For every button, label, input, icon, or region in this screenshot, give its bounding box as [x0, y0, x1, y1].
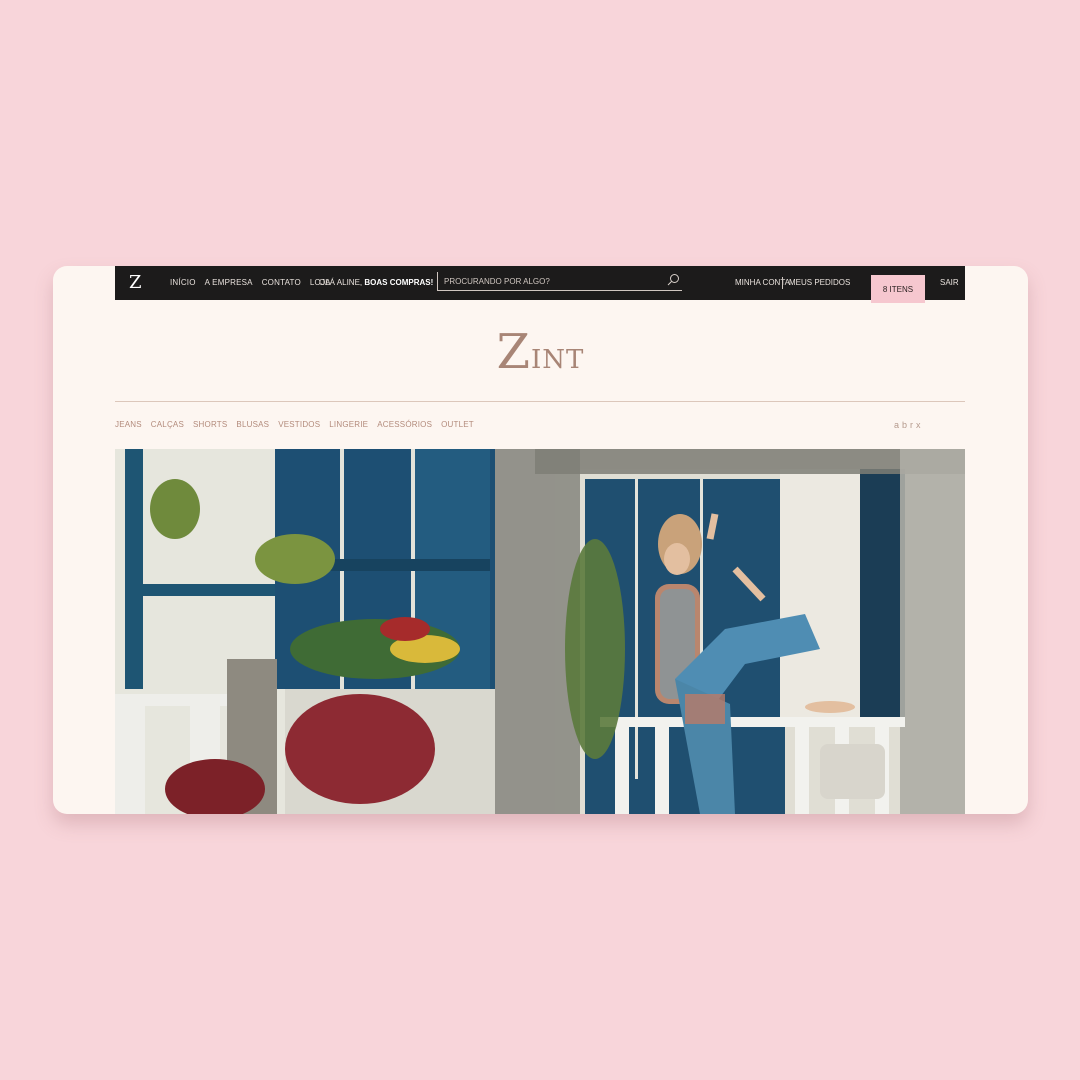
hero-image	[115, 449, 965, 814]
logo[interactable]: Z	[129, 273, 142, 293]
category-outlet[interactable]: OUTLET	[441, 420, 474, 429]
search-input[interactable]	[444, 275, 659, 287]
brand-rest: INT	[530, 345, 585, 375]
nav-a-empresa[interactable]: A EMPRESA	[205, 278, 253, 287]
category-jeans[interactable]: JEANS	[115, 420, 142, 429]
greeting-prefix: OLÁ ALINE,	[319, 278, 363, 287]
greeting: OLÁ ALINE, BOAS COMPRAS!	[319, 278, 433, 287]
nav-contato[interactable]: CONTATO	[262, 278, 301, 287]
search-box	[437, 272, 682, 291]
category-shorts[interactable]: SHORTS	[193, 420, 227, 429]
cart-button[interactable]: 8 ITENS	[871, 275, 925, 303]
tagline: abrx	[894, 420, 924, 430]
brand-logo[interactable]: ZINT	[53, 324, 1028, 380]
brand-initial: Z	[496, 324, 531, 380]
my-orders-link[interactable]: MEUS PEDIDOS	[789, 278, 850, 287]
category-vestidos[interactable]: VESTIDOS	[278, 420, 320, 429]
top-bar: Z INÍCIO A EMPRESA CONTATO LOJA OLÁ ALIN…	[115, 266, 965, 303]
browser-card: Z INÍCIO A EMPRESA CONTATO LOJA OLÁ ALIN…	[53, 266, 1028, 814]
nav-inicio[interactable]: INÍCIO	[170, 278, 196, 287]
search-icon[interactable]	[666, 273, 680, 287]
main-nav: INÍCIO A EMPRESA CONTATO LOJA	[170, 278, 331, 287]
greeting-bold: BOAS COMPRAS!	[364, 278, 434, 287]
logout-link[interactable]: SAIR	[940, 278, 959, 287]
hero-photo	[115, 449, 965, 814]
category-blusas[interactable]: BLUSAS	[236, 420, 269, 429]
divider	[115, 401, 965, 402]
category-calcas[interactable]: CALÇAS	[151, 420, 184, 429]
category-acessorios[interactable]: ACESSÓRIOS	[377, 420, 432, 429]
separator	[782, 277, 783, 289]
category-nav: JEANS CALÇAS SHORTS BLUSAS VESTIDOS LING…	[115, 420, 474, 429]
category-lingerie[interactable]: LINGERIE	[329, 420, 368, 429]
